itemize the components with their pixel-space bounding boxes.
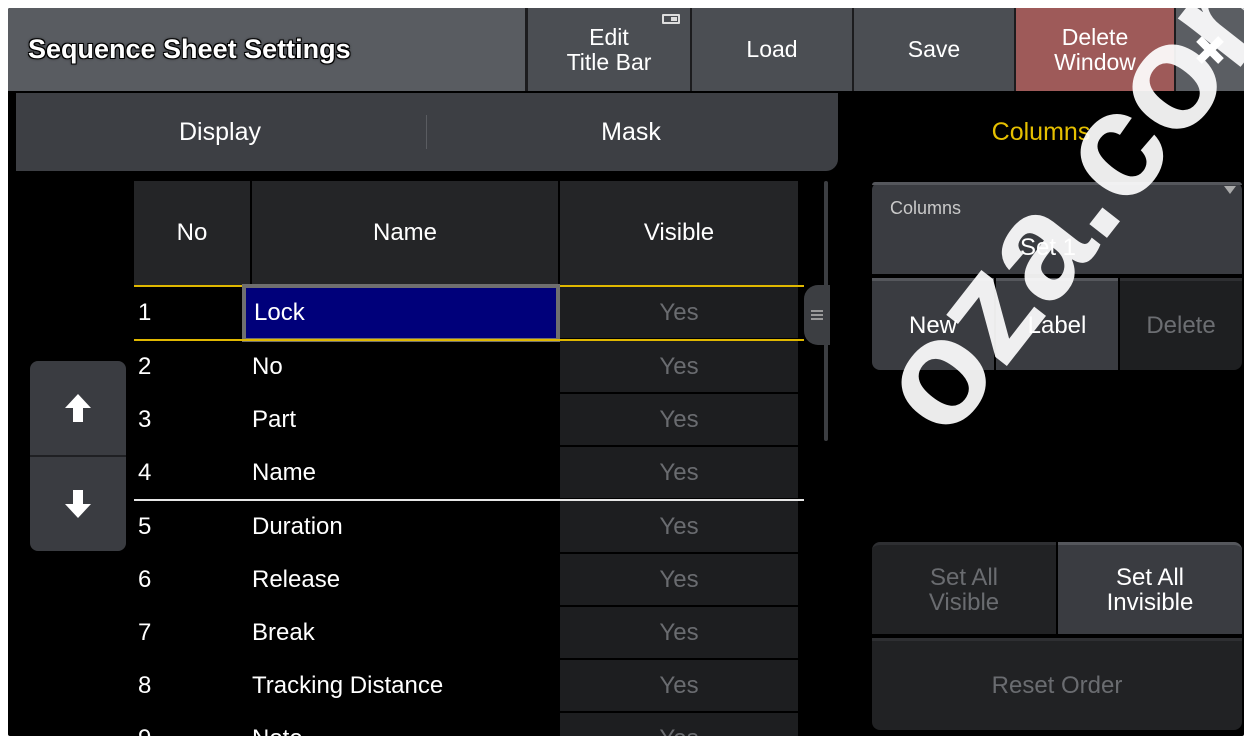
header-name[interactable]: Name bbox=[252, 181, 558, 285]
row-visible[interactable]: Yes bbox=[560, 501, 798, 552]
move-up-button[interactable] bbox=[30, 361, 126, 455]
table-row[interactable]: 4 Name Yes bbox=[134, 447, 798, 499]
arrow-up-icon bbox=[65, 394, 91, 422]
table-row[interactable]: 8 Tracking Distance Yes bbox=[134, 660, 798, 712]
columns-set-actions: New Label Delete bbox=[872, 278, 1242, 370]
delete-window-button[interactable]: Delete Window bbox=[1016, 8, 1174, 91]
row-name[interactable]: Release bbox=[252, 554, 340, 606]
arrow-down-icon bbox=[65, 490, 91, 518]
row-name[interactable]: Duration bbox=[252, 501, 343, 553]
edit-title-bar-label: Edit Title Bar bbox=[566, 23, 652, 75]
tab-display[interactable]: Display bbox=[16, 93, 424, 171]
row-no: 1 bbox=[138, 299, 152, 326]
row-name[interactable]: Tracking Distance bbox=[252, 660, 443, 712]
close-button[interactable] bbox=[1176, 8, 1244, 91]
scrollbar-handle[interactable] bbox=[804, 285, 830, 345]
save-button[interactable]: Save bbox=[854, 8, 1014, 91]
close-icon bbox=[1196, 35, 1224, 64]
row-visible[interactable]: Yes bbox=[560, 554, 798, 605]
reset-order-button[interactable]: Reset Order bbox=[872, 638, 1242, 730]
delete-button[interactable]: Delete bbox=[1120, 278, 1242, 370]
row-no: 9 bbox=[138, 713, 151, 736]
row-visible[interactable]: Yes bbox=[560, 341, 798, 392]
table-row[interactable]: 6 Release Yes bbox=[134, 554, 798, 606]
load-button[interactable]: Load bbox=[692, 8, 852, 91]
row-visible[interactable]: Yes bbox=[560, 713, 798, 736]
row-visible[interactable]: Yes bbox=[560, 287, 798, 338]
columns-selector-label: Columns bbox=[890, 198, 962, 218]
row-visible[interactable]: Yes bbox=[560, 607, 798, 658]
row-no: 5 bbox=[138, 513, 152, 540]
set-all-invisible-button[interactable]: Set All Invisible bbox=[1058, 542, 1242, 634]
edit-title-bar-button[interactable]: Edit Title Bar bbox=[528, 8, 690, 91]
grip-icon bbox=[811, 308, 823, 322]
row-name[interactable]: Break bbox=[252, 607, 315, 659]
table-row[interactable]: 5 Duration Yes bbox=[134, 501, 798, 553]
move-arrows bbox=[30, 361, 126, 551]
table-row[interactable]: 3 Part Yes bbox=[134, 394, 798, 446]
columns-set-selector[interactable]: Columns Set 1 bbox=[872, 182, 1242, 274]
row-visible[interactable]: Yes bbox=[560, 447, 798, 498]
tab-bar: Display Mask bbox=[16, 93, 838, 171]
row-name[interactable]: Part bbox=[252, 394, 296, 446]
columns-selector-value: Set 1 bbox=[1019, 234, 1077, 261]
table-row[interactable]: 9 Note Yes bbox=[134, 713, 798, 736]
tab-columns[interactable]: Columns bbox=[838, 93, 1244, 171]
header-visible[interactable]: Visible bbox=[560, 181, 798, 285]
dropdown-caret-icon bbox=[1224, 186, 1236, 194]
row-visible[interactable]: Yes bbox=[560, 660, 798, 711]
set-all-visible-label: Set All Visible bbox=[928, 563, 1000, 616]
row-no: 4 bbox=[138, 459, 152, 486]
row-no: 7 bbox=[138, 619, 152, 646]
title-bar: Sequence Sheet Settings Edit Title Bar L… bbox=[8, 8, 1244, 91]
row-name[interactable]: Name bbox=[252, 447, 316, 499]
sequence-sheet-settings-window: Sequence Sheet Settings Edit Title Bar L… bbox=[8, 8, 1244, 736]
table-row[interactable]: 2 No Yes bbox=[134, 341, 798, 393]
set-all-invisible-label: Set All Invisible bbox=[1106, 563, 1194, 616]
window-title: Sequence Sheet Settings bbox=[8, 8, 525, 91]
row-no: 2 bbox=[138, 353, 152, 380]
header-no[interactable]: No bbox=[134, 181, 250, 285]
selector-top-edge bbox=[872, 182, 1242, 185]
table-row[interactable]: 1 Lock Yes bbox=[134, 284, 798, 342]
toggle-indicator-icon bbox=[662, 14, 680, 24]
row-visible[interactable]: Yes bbox=[560, 394, 798, 445]
row-no: 8 bbox=[138, 672, 152, 699]
set-all-visible-button[interactable]: Set All Visible bbox=[872, 542, 1056, 634]
delete-window-label: Delete Window bbox=[1054, 23, 1136, 75]
table-header: No Name Visible bbox=[134, 181, 798, 285]
new-button[interactable]: New bbox=[872, 278, 994, 370]
label-button[interactable]: Label bbox=[996, 278, 1118, 370]
row-no: 6 bbox=[138, 566, 152, 593]
tab-mask[interactable]: Mask bbox=[426, 93, 836, 171]
row-name[interactable]: Note bbox=[252, 713, 303, 736]
table-row[interactable]: 7 Break Yes bbox=[134, 607, 798, 659]
move-down-button[interactable] bbox=[30, 457, 126, 551]
row-no: 3 bbox=[138, 406, 152, 433]
row-name[interactable]: Lock bbox=[254, 287, 305, 339]
row-name[interactable]: No bbox=[252, 341, 283, 393]
